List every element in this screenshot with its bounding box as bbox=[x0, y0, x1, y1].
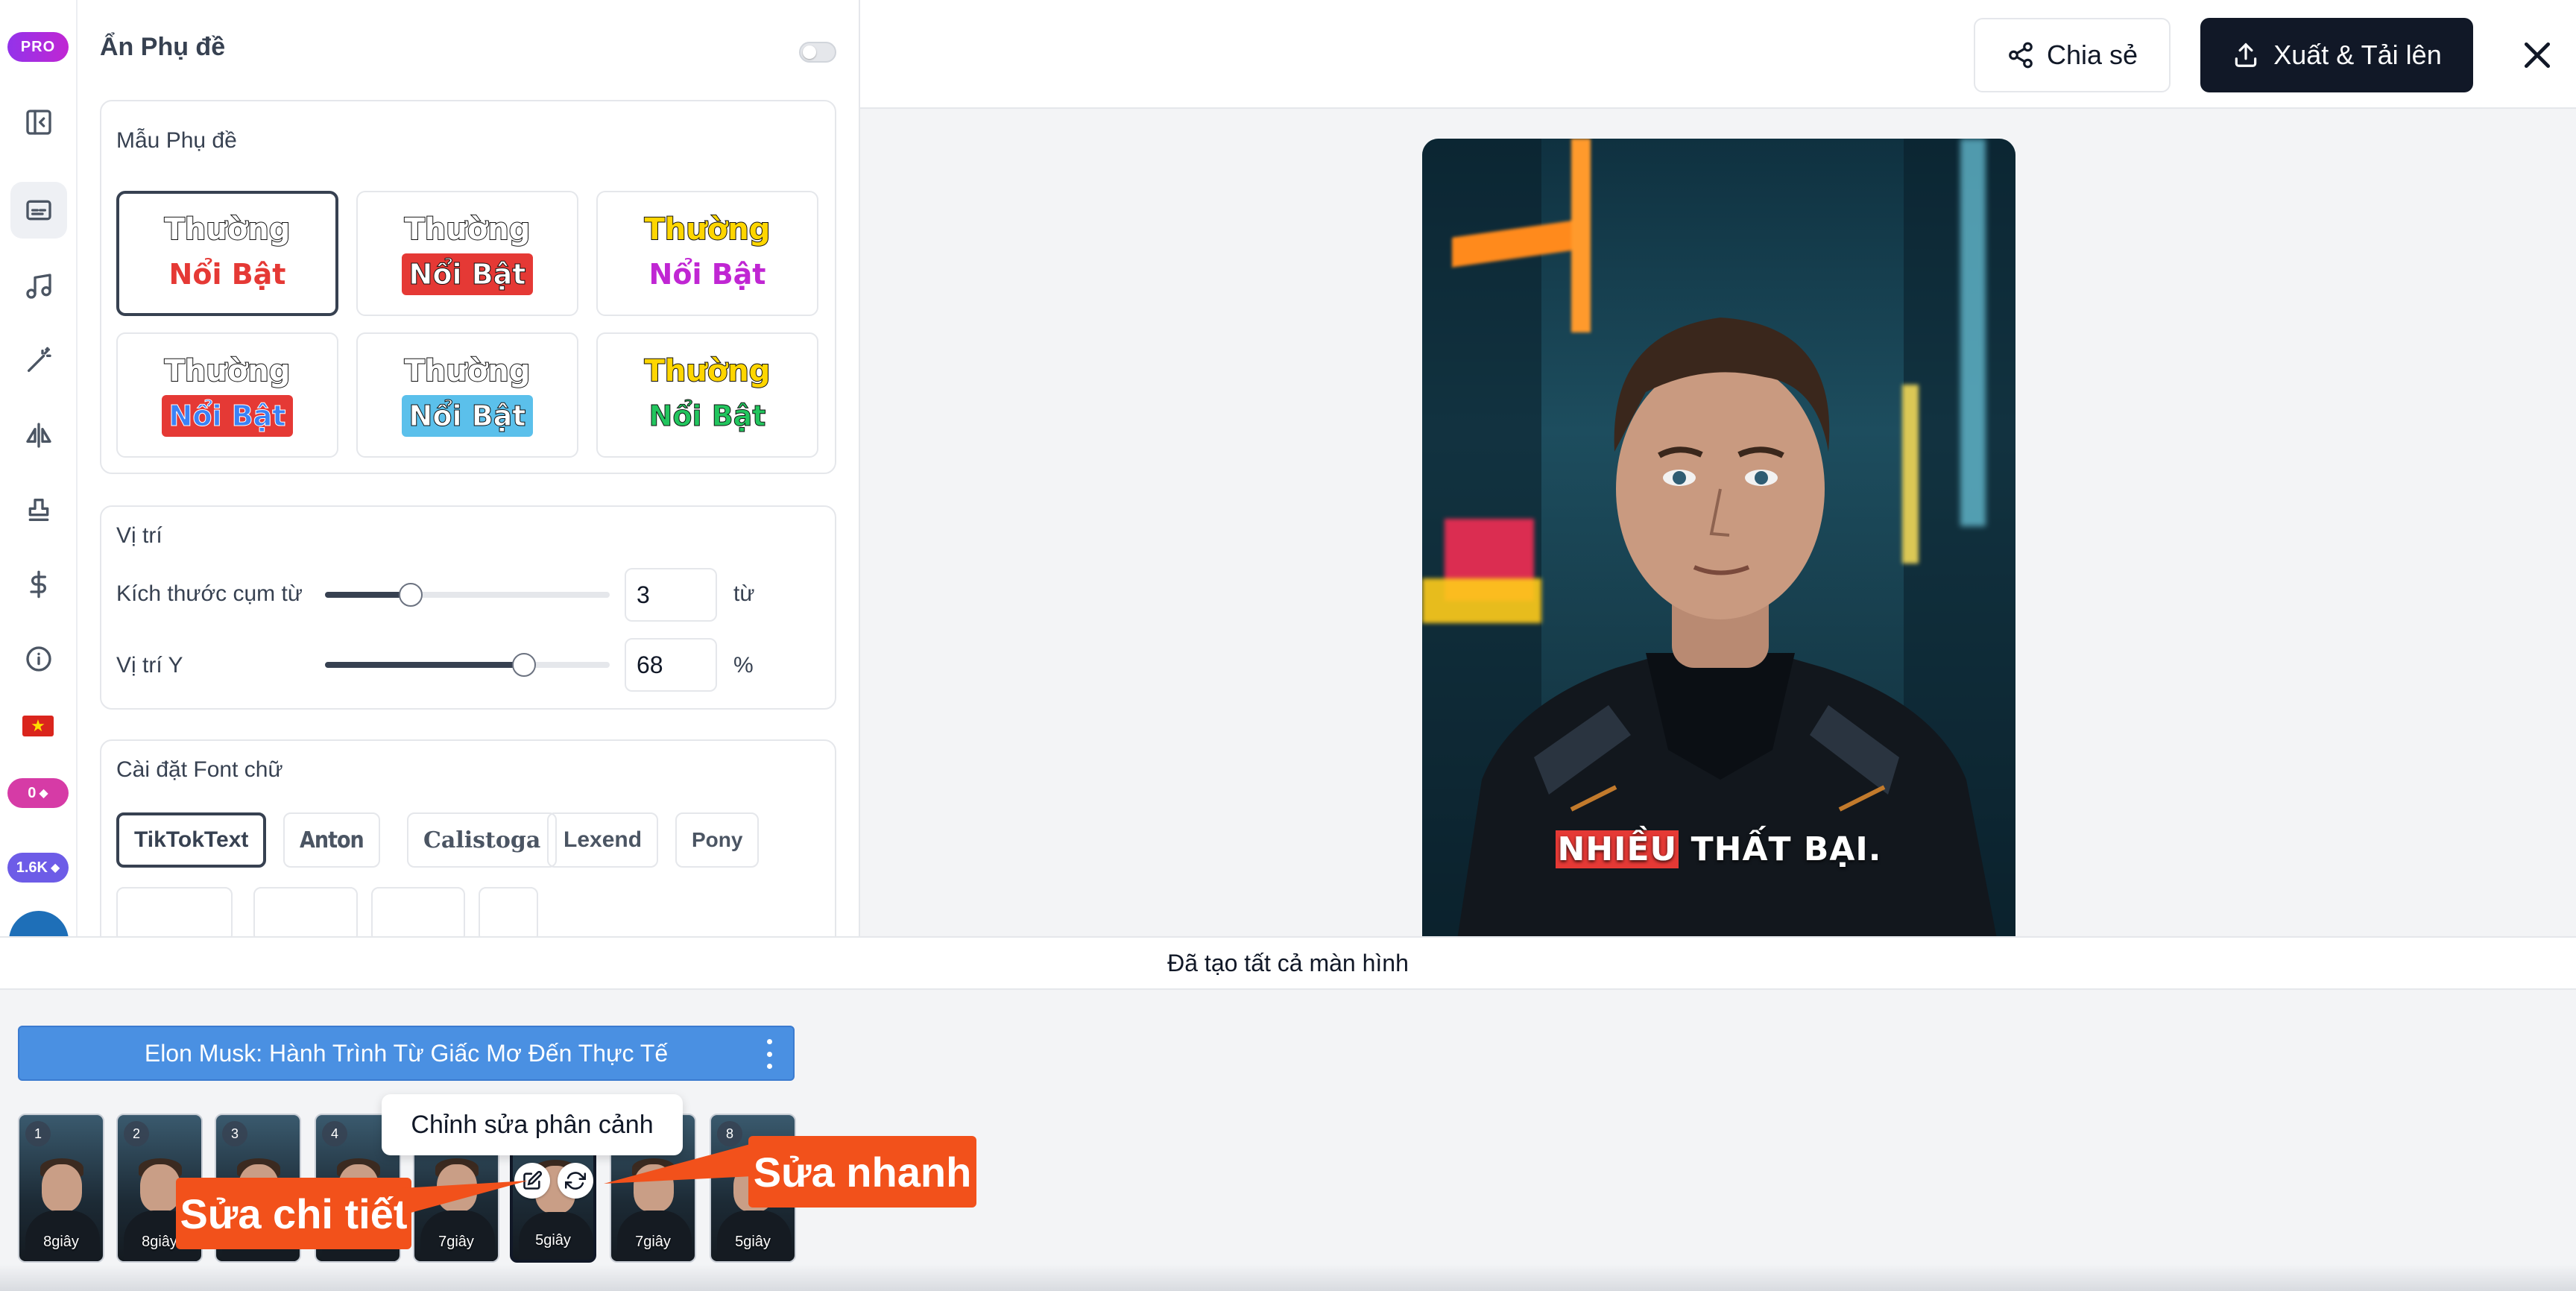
subtitle-template-6[interactable]: Thường Nổi Bật bbox=[596, 332, 818, 458]
font-option-more[interactable] bbox=[116, 887, 233, 936]
y-position-label: Vị trí Y bbox=[116, 653, 183, 678]
scene-number: 4 bbox=[322, 1121, 347, 1146]
template-normal-text: Thường bbox=[404, 212, 531, 247]
info-icon[interactable] bbox=[10, 631, 67, 687]
font-option-more[interactable] bbox=[253, 887, 358, 936]
template-highlight-text: Nổi Bật bbox=[401, 395, 534, 437]
phrase-size-slider-handle[interactable] bbox=[398, 583, 423, 607]
quick-edit-callout-arrow bbox=[604, 1143, 753, 1184]
quick-edit-refresh-icon[interactable] bbox=[558, 1163, 593, 1199]
gems-count: 1.6K bbox=[16, 859, 48, 876]
dollar-icon[interactable] bbox=[10, 556, 67, 613]
scene-number: 3 bbox=[222, 1121, 247, 1146]
vietnam-flag-icon[interactable]: ★ bbox=[22, 716, 54, 736]
font-option-lexend[interactable]: Lexend bbox=[547, 812, 659, 868]
subtitle-caption[interactable]: NHIỀU THẤT BẠI. bbox=[1422, 830, 2015, 868]
template-highlight-text: Nổi Bật bbox=[401, 253, 534, 295]
subtitle-settings-panel: Ẩn Phụ đề Mẫu Phụ đề Thường Nổi Bật Thườ… bbox=[78, 0, 860, 936]
video-preview-area: NHIỀU THẤT BẠI. bbox=[860, 109, 2576, 936]
export-label: Xuất & Tải lên bbox=[2273, 40, 2442, 70]
position-card: Vị trí Kích thước cụm từ 3 từ Vị trí Y 6… bbox=[100, 505, 836, 710]
subtitle-template-5[interactable]: Thường Nổi Bật bbox=[356, 332, 578, 458]
font-option-more[interactable] bbox=[371, 887, 465, 936]
template-normal-text: Thường bbox=[644, 353, 771, 389]
detail-edit-callout: Sửa chi tiết bbox=[176, 1178, 411, 1249]
template-highlight-text: Nổi Bật bbox=[648, 400, 766, 433]
share-button[interactable]: Chia sẻ bbox=[1974, 18, 2171, 92]
export-upload-button[interactable]: Xuất & Tải lên bbox=[2200, 18, 2473, 92]
font-option-calistoga[interactable]: Calistoga bbox=[407, 812, 558, 868]
magic-wand-icon[interactable] bbox=[10, 332, 67, 389]
diamond-icon: ◆ bbox=[39, 787, 48, 800]
scene-thumbnail-1[interactable]: 1 8giây bbox=[18, 1114, 104, 1263]
stamp-icon[interactable] bbox=[10, 482, 67, 538]
close-icon[interactable] bbox=[2512, 30, 2563, 81]
phrase-size-unit: từ bbox=[733, 581, 755, 606]
icon-rail: PRO ★ 0 ◆ 1.6K ◆ bbox=[0, 0, 78, 970]
music-icon[interactable] bbox=[10, 258, 67, 315]
share-label: Chia sẻ bbox=[2046, 40, 2138, 70]
detail-edit-callout-arrow bbox=[402, 1181, 528, 1215]
caption-highlight-word: NHIỀU bbox=[1556, 830, 1679, 868]
scene-duration: 7giây bbox=[635, 1234, 671, 1250]
phrase-size-label: Kích thước cụm từ bbox=[116, 581, 303, 606]
template-highlight-text: Nổi Bật bbox=[648, 258, 766, 291]
y-position-input[interactable]: 68 bbox=[625, 638, 717, 692]
credits-badge[interactable]: 0 ◆ bbox=[7, 778, 69, 808]
position-section-title: Vị trí bbox=[116, 523, 162, 548]
template-normal-text: Thường bbox=[164, 353, 291, 389]
subtitle-template-4[interactable]: Thường Nổi Bật bbox=[116, 332, 338, 458]
person-illustration bbox=[1457, 318, 1997, 936]
gems-badge[interactable]: 1.6K ◆ bbox=[7, 853, 69, 883]
credits-count: 0 bbox=[28, 784, 37, 801]
template-normal-text: Thường bbox=[644, 212, 771, 247]
scene-duration: 5giây bbox=[535, 1232, 571, 1249]
y-position-slider-handle[interactable] bbox=[512, 653, 537, 677]
sidebar-collapse-icon[interactable] bbox=[10, 94, 67, 151]
subtitle-template-card: Mẫu Phụ đề Thường Nổi Bật Thường Nổi Bật… bbox=[100, 100, 836, 474]
scene-number: 1 bbox=[25, 1121, 51, 1146]
more-options-icon[interactable] bbox=[766, 1039, 772, 1069]
video-title-track[interactable]: Elon Musk: Hành Trình Từ Giấc Mơ Đến Thự… bbox=[18, 1026, 795, 1081]
flip-icon[interactable] bbox=[10, 407, 67, 464]
video-title: Elon Musk: Hành Trình Từ Giấc Mơ Đến Thự… bbox=[144, 1039, 669, 1067]
phrase-size-input[interactable]: 3 bbox=[625, 568, 717, 622]
subtitle-template-2[interactable]: Thường Nổi Bật bbox=[356, 191, 578, 316]
template-normal-text: Thường bbox=[404, 353, 531, 389]
subtitle-template-3[interactable]: Thường Nổi Bật bbox=[596, 191, 818, 316]
template-highlight-text: Nổi Bật bbox=[161, 395, 294, 437]
font-section-title: Cài đặt Font chữ bbox=[116, 757, 283, 782]
generation-status: Đã tạo tất cả màn hình bbox=[0, 936, 2576, 990]
template-section-title: Mẫu Phụ đề bbox=[116, 128, 237, 153]
scene-duration: 8giây bbox=[43, 1234, 79, 1250]
pro-badge[interactable]: PRO bbox=[7, 32, 69, 62]
upload-icon bbox=[2235, 42, 2257, 67]
font-option-more[interactable] bbox=[479, 887, 538, 936]
top-bar: Chia sẻ Xuất & Tải lên bbox=[860, 0, 2576, 109]
video-preview[interactable]: NHIỀU THẤT BẠI. bbox=[1422, 139, 2015, 936]
diamond-icon: ◆ bbox=[50, 862, 60, 874]
template-highlight-text: Nổi Bật bbox=[168, 258, 286, 291]
timeline-bottom-shadow bbox=[0, 1264, 2576, 1291]
font-option-anton[interactable]: Anton bbox=[283, 812, 380, 868]
font-option-pony[interactable]: Pony bbox=[675, 812, 760, 868]
hide-subtitles-toggle[interactable] bbox=[799, 42, 836, 63]
font-settings-card: Cài đặt Font chữ TikTokText Anton Calist… bbox=[100, 739, 836, 936]
share-icon bbox=[2009, 42, 2033, 69]
y-position-slider[interactable] bbox=[325, 653, 610, 677]
template-normal-text: Thường bbox=[164, 212, 291, 247]
subtitles-icon[interactable] bbox=[10, 182, 67, 239]
scene-number: 2 bbox=[124, 1121, 149, 1146]
hide-subtitles-label: Ẩn Phụ đề bbox=[100, 33, 226, 61]
quick-edit-callout: Sửa nhanh bbox=[748, 1136, 976, 1208]
subtitle-template-1[interactable]: Thường Nổi Bật bbox=[116, 191, 338, 316]
font-option-tiktoktext[interactable]: TikTokText bbox=[116, 812, 267, 868]
scene-duration: 5giây bbox=[735, 1234, 771, 1250]
scene-duration: 7giây bbox=[438, 1234, 474, 1250]
y-position-unit: % bbox=[733, 653, 754, 678]
caption-text: THẤT BẠI. bbox=[1690, 830, 1882, 868]
phrase-size-slider[interactable] bbox=[325, 583, 610, 607]
